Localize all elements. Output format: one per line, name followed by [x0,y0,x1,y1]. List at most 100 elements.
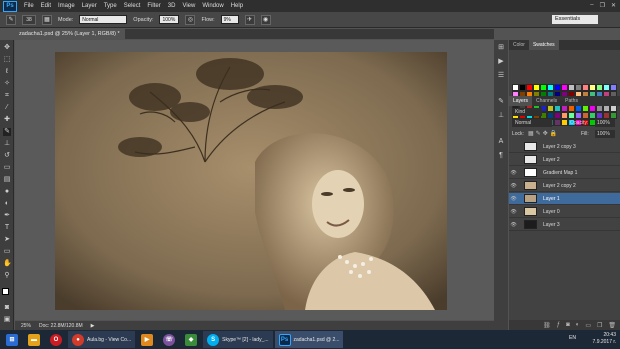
swatch[interactable] [596,112,603,119]
brush-panel-icon[interactable]: ▦ [42,14,52,25]
menu-layer[interactable]: Layer [82,3,97,9]
swatch[interactable] [610,84,617,91]
clone-source-panel-icon[interactable]: ⊥ [497,112,505,120]
swatch[interactable] [519,84,526,91]
swatch[interactable] [561,105,568,112]
menu-filter[interactable]: Filter [147,3,160,9]
swatch[interactable] [554,112,561,119]
blur-tool-icon[interactable]: ● [3,188,11,196]
healing-tool-icon[interactable]: ✚ [3,116,11,124]
layer-opacity-input[interactable]: 100% [595,119,615,127]
swatch[interactable] [575,112,582,119]
swatch[interactable] [582,105,589,112]
clock-date[interactable]: 7.9.2017 г. [593,339,616,346]
history-panel-icon[interactable]: ⊞ [497,44,505,52]
foreground-color-swatch[interactable] [2,288,9,295]
document-canvas[interactable] [55,52,447,310]
visibility-eye-icon[interactable]: 👁 [509,209,518,215]
hand-tool-icon[interactable]: ✋ [3,260,12,268]
shape-tool-icon[interactable]: ▭ [3,248,11,256]
fx-icon[interactable]: ƒ [557,322,560,328]
pressure-opacity-icon[interactable]: ◎ [185,14,196,25]
pen-tool-icon[interactable]: ✒ [3,212,11,220]
swatch[interactable] [603,105,610,112]
swatch[interactable] [575,84,582,91]
canvas-area[interactable] [15,40,495,320]
restore-button[interactable]: ❐ [600,2,605,9]
mask-icon[interactable]: ◙ [566,322,570,328]
gradient-tool-icon[interactable]: ▤ [3,176,11,184]
tab-layers[interactable]: Layers [509,96,533,106]
lock-icons[interactable]: ▦✎✥🔒 [528,130,559,137]
path-select-tool-icon[interactable]: ➤ [3,236,11,244]
type-tool-icon[interactable]: T [3,224,11,232]
swatch[interactable] [568,84,575,91]
delete-layer-icon[interactable]: 🗑 [608,322,616,329]
visibility-eye-icon[interactable]: 👁 [509,222,518,228]
dodge-tool-icon[interactable]: ◐ [3,200,11,208]
visibility-eye-icon[interactable]: 👁 [509,170,518,176]
swatch[interactable] [561,112,568,119]
brush-tool-icon[interactable]: ✎ [6,14,16,25]
swatch[interactable] [603,84,610,91]
layer-row[interactable]: 👁 Layer 1 [509,193,620,205]
fill-input[interactable]: 100% [595,130,615,138]
layer-row[interactable]: 👁 Layer 0 [509,206,620,218]
viber-button[interactable]: ☏ [159,331,179,348]
clock-time[interactable]: 20:43 [593,332,616,339]
minimize-button[interactable]: – [590,2,593,9]
swatch[interactable] [575,105,582,112]
swatch[interactable] [540,84,547,91]
swatch[interactable] [533,84,540,91]
doc-size-info[interactable]: Doc: 22.8M/120.8M [39,323,83,329]
stamp-tool-icon[interactable]: ⊥ [3,140,11,148]
menu-edit[interactable]: Edit [41,3,51,9]
brush-presets-panel-icon[interactable]: ✎ [497,98,505,106]
brush-size-picker[interactable]: 38 [22,14,36,25]
character-panel-icon[interactable]: A [497,138,505,146]
swatch[interactable] [568,105,575,112]
layer-row[interactable]: 👁 Gradient Map 1 [509,167,620,179]
lasso-tool-icon[interactable]: ℓ [3,68,11,76]
taskbar-app-skype[interactable]: S Skype™ [2] - lady_... [203,331,273,348]
taskbar-app-chrome[interactable]: ● Aula.bg - View Co... [68,331,136,348]
pressure-size-icon[interactable]: ◉ [260,14,271,25]
visibility-eye-icon[interactable]: 👁 [509,196,518,202]
start-button[interactable]: ⊞ [2,331,22,348]
swatch[interactable] [547,105,554,112]
app-button-3[interactable]: ◆ [181,331,201,348]
language-indicator[interactable]: EN [569,335,576,342]
tab-color[interactable]: Color [509,40,529,50]
swatch[interactable] [589,112,596,119]
swatch[interactable] [547,112,554,119]
close-button[interactable]: ✕ [611,2,616,9]
tab-channels[interactable]: Channels [532,96,561,106]
zoom-level[interactable]: 25% [21,323,31,329]
adjustment-icon[interactable]: ◐ [576,322,580,328]
swatch[interactable] [512,84,519,91]
swatch[interactable] [589,84,596,91]
document-tab[interactable]: zadacha1.psd @ 25% (Layer 1, RGB/8) * [14,29,125,39]
visibility-eye-icon[interactable]: 👁 [509,183,518,189]
swatch[interactable] [596,84,603,91]
swatch[interactable] [561,84,568,91]
screen-mode-icon[interactable]: ▣ [3,316,11,324]
menu-file[interactable]: File [24,3,34,9]
swatch[interactable] [526,84,533,91]
crop-tool-icon[interactable]: ⌗ [3,92,11,100]
tab-paths[interactable]: Paths [561,96,582,106]
swatch[interactable] [596,105,603,112]
brush-tool-icon[interactable]: ✎ [3,128,11,136]
swatch[interactable] [589,105,596,112]
layer-row[interactable]: Layer 2 [509,154,620,166]
swatch[interactable] [610,105,617,112]
menu-image[interactable]: Image [58,3,75,9]
swatch[interactable] [561,119,568,126]
history-brush-tool-icon[interactable]: ↺ [3,152,11,160]
flow-input[interactable]: 9% [220,15,239,24]
explorer-button[interactable]: ▬ [24,331,44,348]
menu-help[interactable]: Help [231,3,243,9]
quick-select-tool-icon[interactable]: ✧ [3,80,11,88]
layer-row[interactable]: 👁 Layer 3 [509,219,620,231]
zoom-tool-icon[interactable]: ⚲ [3,272,11,280]
